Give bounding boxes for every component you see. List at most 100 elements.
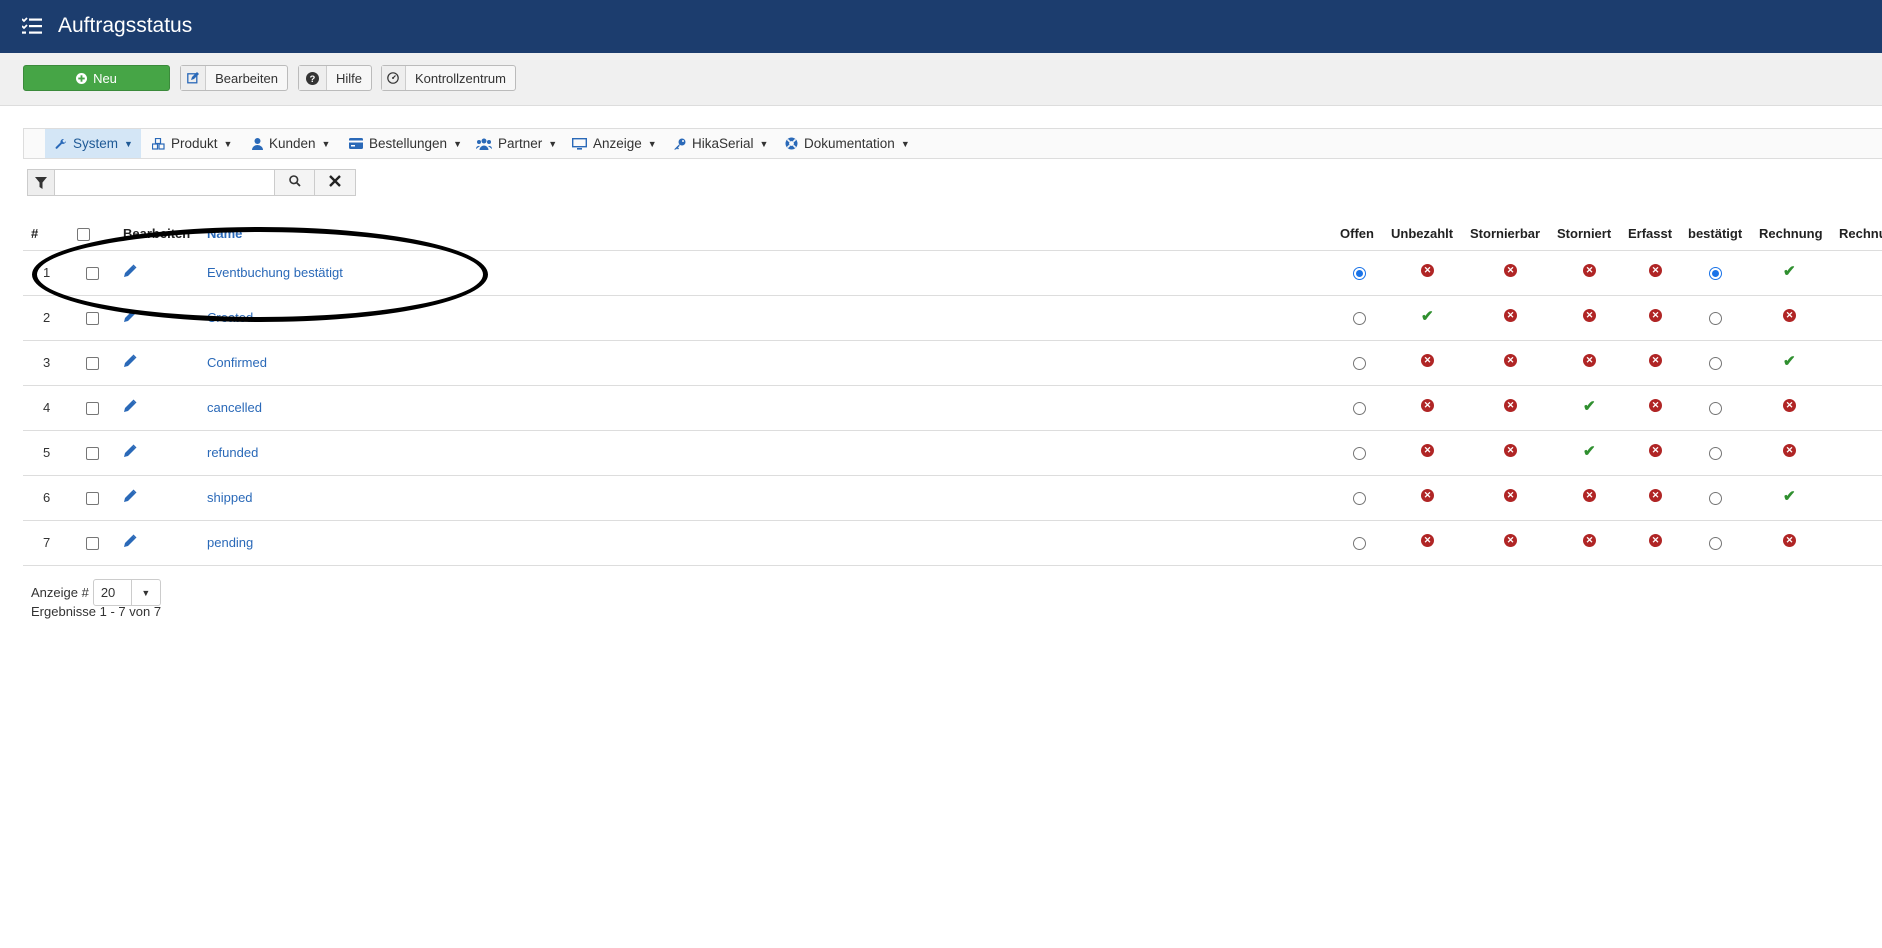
pencil-icon[interactable] xyxy=(123,444,137,461)
bestaetigt-radio[interactable] xyxy=(1709,537,1722,550)
x-circle-icon[interactable]: ✕ xyxy=(1649,444,1662,457)
offen-radio[interactable] xyxy=(1353,267,1366,280)
nav-item-produkt[interactable]: Produkt ▼ xyxy=(152,129,232,158)
page-size-control: Anzeige # 20 ▼ xyxy=(31,579,161,606)
row-checkbox[interactable] xyxy=(86,402,99,415)
status-name-link[interactable]: Confirmed xyxy=(207,355,267,370)
bestaetigt-radio[interactable] xyxy=(1709,447,1722,460)
status-name-link[interactable]: pending xyxy=(207,535,253,550)
filter-icon[interactable] xyxy=(27,169,55,196)
x-circle-icon[interactable]: ✕ xyxy=(1783,399,1796,412)
x-circle-icon[interactable]: ✕ xyxy=(1421,444,1434,457)
pencil-icon[interactable] xyxy=(123,489,137,506)
x-circle-icon[interactable]: ✕ xyxy=(1504,309,1517,322)
x-circle-icon[interactable]: ✕ xyxy=(1583,534,1596,547)
x-circle-icon[interactable]: ✕ xyxy=(1783,534,1796,547)
x-circle-icon[interactable]: ✕ xyxy=(1421,534,1434,547)
x-circle-icon[interactable]: ✕ xyxy=(1649,399,1662,412)
bestaetigt-radio[interactable] xyxy=(1709,267,1722,280)
select-all-checkbox[interactable] xyxy=(77,228,90,241)
offen-radio[interactable] xyxy=(1353,447,1366,460)
x-circle-icon[interactable]: ✕ xyxy=(1504,444,1517,457)
bestaetigt-radio[interactable] xyxy=(1709,492,1722,505)
col-header-name[interactable]: Name xyxy=(207,226,242,241)
search-input[interactable] xyxy=(55,169,274,196)
search-button[interactable] xyxy=(274,169,315,196)
row-checkbox[interactable] xyxy=(86,537,99,550)
status-name-link[interactable]: refunded xyxy=(207,445,258,460)
status-name-link[interactable]: Created xyxy=(207,310,253,325)
nav-item-anzeige[interactable]: Anzeige ▼ xyxy=(572,129,657,158)
x-circle-icon[interactable]: ✕ xyxy=(1504,534,1517,547)
pencil-icon[interactable] xyxy=(123,354,137,371)
col-header-bestaetigt: bestätigt xyxy=(1688,226,1743,241)
list-check-icon[interactable] xyxy=(21,17,42,38)
col-header-rechnung: Rechnung xyxy=(1759,226,1823,241)
x-circle-icon[interactable]: ✕ xyxy=(1649,264,1662,277)
row-checkbox[interactable] xyxy=(86,312,99,325)
x-circle-icon[interactable]: ✕ xyxy=(1783,444,1796,457)
pencil-icon[interactable] xyxy=(123,534,137,551)
status-name-link[interactable]: cancelled xyxy=(207,400,262,415)
x-circle-icon[interactable]: ✕ xyxy=(1504,399,1517,412)
help-button[interactable]: ? Hilfe xyxy=(298,65,372,91)
nav-item-dokumentation[interactable]: Dokumentation ▼ xyxy=(785,129,910,158)
col-header-edit: Bearbeiten xyxy=(123,226,191,241)
chevron-down-icon: ▼ xyxy=(130,580,160,605)
pencil-icon[interactable] xyxy=(123,399,137,416)
edit-button[interactable]: Bearbeiten xyxy=(180,65,288,91)
x-circle-icon[interactable]: ✕ xyxy=(1421,489,1434,502)
x-circle-icon[interactable]: ✕ xyxy=(1421,264,1434,277)
offen-radio[interactable] xyxy=(1353,357,1366,370)
x-circle-icon[interactable]: ✕ xyxy=(1583,354,1596,367)
control-center-button[interactable]: Kontrollzentrum xyxy=(381,65,516,91)
check-icon[interactable]: ✔ xyxy=(1783,489,1796,504)
lifebuoy-icon xyxy=(785,137,798,150)
x-circle-icon[interactable]: ✕ xyxy=(1421,399,1434,412)
x-circle-icon[interactable]: ✕ xyxy=(1783,309,1796,322)
check-icon[interactable]: ✔ xyxy=(1783,264,1796,279)
check-icon[interactable]: ✔ xyxy=(1421,309,1434,324)
x-circle-icon[interactable]: ✕ xyxy=(1583,309,1596,322)
offen-radio[interactable] xyxy=(1353,402,1366,415)
x-circle-icon[interactable]: ✕ xyxy=(1504,264,1517,277)
status-name-link[interactable]: shipped xyxy=(207,490,253,505)
pencil-icon[interactable] xyxy=(123,309,137,326)
row-checkbox[interactable] xyxy=(86,357,99,370)
bestaetigt-radio[interactable] xyxy=(1709,357,1722,370)
nav-item-hikaserial[interactable]: HikaSerial ▼ xyxy=(673,129,768,158)
status-name-link[interactable]: Eventbuchung bestätigt xyxy=(207,265,343,280)
new-button[interactable]: Neu xyxy=(23,65,170,91)
nav-item-kunden[interactable]: Kunden ▼ xyxy=(252,129,330,158)
page-size-select[interactable]: 20 ▼ xyxy=(92,579,161,606)
row-checkbox[interactable] xyxy=(86,447,99,460)
help-button-label: Hilfe xyxy=(335,70,362,86)
offen-radio[interactable] xyxy=(1353,537,1366,550)
row-checkbox[interactable] xyxy=(86,492,99,505)
nav-item-bestellungen[interactable]: Bestellungen ▼ xyxy=(349,129,462,158)
x-circle-icon[interactable]: ✕ xyxy=(1421,354,1434,367)
x-circle-icon[interactable]: ✕ xyxy=(1649,534,1662,547)
check-icon[interactable]: ✔ xyxy=(1583,399,1596,414)
row-divider xyxy=(23,340,1882,341)
col-header-erfasst: Erfasst xyxy=(1628,226,1673,241)
nav-item-partner[interactable]: Partner ▼ xyxy=(476,129,557,158)
x-circle-icon[interactable]: ✕ xyxy=(1649,354,1662,367)
x-circle-icon[interactable]: ✕ xyxy=(1649,309,1662,322)
clear-search-button[interactable] xyxy=(315,169,356,196)
x-circle-icon[interactable]: ✕ xyxy=(1504,354,1517,367)
x-circle-icon[interactable]: ✕ xyxy=(1583,489,1596,502)
check-icon[interactable]: ✔ xyxy=(1783,354,1796,369)
x-circle-icon[interactable]: ✕ xyxy=(1649,489,1662,502)
check-icon[interactable]: ✔ xyxy=(1583,444,1596,459)
x-circle-icon[interactable]: ✕ xyxy=(1583,264,1596,277)
nav-item-system[interactable]: System ▼ xyxy=(45,129,141,158)
offen-radio[interactable] xyxy=(1353,312,1366,325)
x-circle-icon[interactable]: ✕ xyxy=(1504,489,1517,502)
row-checkbox[interactable] xyxy=(86,267,99,280)
bestaetigt-radio[interactable] xyxy=(1709,312,1722,325)
bestaetigt-radio[interactable] xyxy=(1709,402,1722,415)
pencil-icon[interactable] xyxy=(123,264,137,281)
offen-radio[interactable] xyxy=(1353,492,1366,505)
new-button-label: Neu xyxy=(93,70,117,86)
